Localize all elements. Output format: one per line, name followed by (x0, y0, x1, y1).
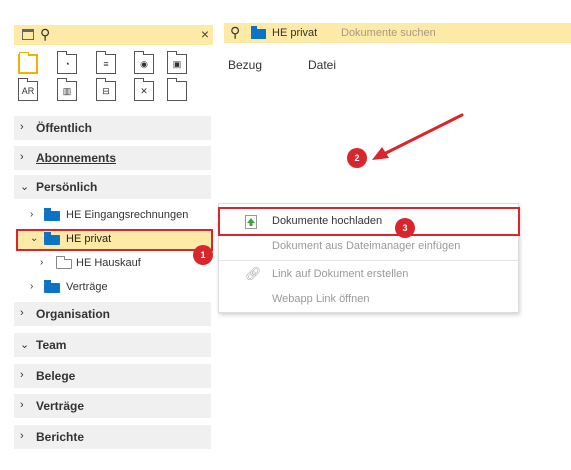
menu-item-dokument-aus-dateimanager[interactable]: Dokument aus Dateimanager einfügen (219, 236, 518, 258)
section-label: Persönlich (36, 180, 98, 194)
column-header-bezug[interactable]: Bezug (228, 58, 262, 72)
section-persoenlich[interactable]: ⌄ Persönlich (14, 175, 211, 199)
menu-item-label: Dokument aus Dateimanager einfügen (272, 240, 461, 252)
section-label: Öffentlich (36, 121, 92, 135)
chevron-down-icon[interactable]: ⌄ (30, 233, 38, 244)
empty-folder-icon (56, 256, 72, 269)
menu-item-label: Webapp Link öffnen (272, 293, 370, 305)
folder-icon (44, 280, 60, 293)
section-label: Belege (36, 369, 76, 383)
tree-item-he-eingangsrechnungen[interactable]: › HE Eingangsrechnungen (24, 206, 214, 226)
chevron-right-icon[interactable]: › (30, 281, 33, 292)
tree-item-label: HE Eingangsrechnungen (66, 209, 189, 221)
tile-folder-icon[interactable] (18, 52, 38, 74)
section-berichte[interactable]: › Berichte (14, 425, 211, 449)
tree-item-label: Verträge (66, 281, 108, 293)
section-label: Team (36, 338, 67, 352)
menu-separator (219, 260, 518, 261)
tile-percent-icon[interactable]: ✕ (134, 78, 154, 101)
chevron-right-icon: › (20, 307, 24, 319)
section-belege[interactable]: › Belege (14, 364, 211, 388)
tree-item-vertraege[interactable]: › Verträge (24, 278, 212, 298)
menu-item-highlight (218, 207, 520, 236)
folder-icon (44, 208, 60, 221)
document-search-bar[interactable]: ⚲ HE privat Dokumente suchen (224, 23, 571, 43)
close-icon[interactable]: × (201, 26, 209, 42)
tile-contacts-icon[interactable]: AR (18, 78, 38, 101)
folder-icon[interactable] (22, 29, 34, 40)
tile-rss-icon[interactable]: ≡ (96, 51, 116, 74)
section-label: Organisation (36, 307, 111, 321)
folder-icon (251, 26, 266, 39)
tree-item-he-privat[interactable]: ⌄ HE privat (24, 230, 212, 250)
section-vertraege[interactable]: › Verträge (14, 394, 211, 418)
chevron-right-icon[interactable]: › (40, 257, 43, 268)
chevron-right-icon: › (20, 430, 24, 442)
section-abonnements[interactable]: › Abonnements (14, 146, 211, 170)
chevron-right-icon: › (20, 151, 24, 163)
tile-clock-icon[interactable]: ◔ (57, 51, 77, 74)
annotation-badge-3: 3 (395, 218, 415, 238)
left-search-bar[interactable]: ⚲ × (14, 25, 213, 45)
section-label: Verträge (36, 399, 85, 413)
chevron-down-icon: ⌄ (20, 339, 30, 351)
section-organisation[interactable]: › Organisation (14, 302, 211, 326)
section-label: Berichte (36, 430, 85, 444)
tile-empty-folder-icon[interactable] (167, 78, 187, 101)
tile-document-icon[interactable]: ▥ (57, 78, 77, 101)
menu-item-label: Link auf Dokument erstellen (272, 268, 409, 280)
link-icon: 🔗︎ (245, 266, 262, 281)
chevron-right-icon: › (20, 399, 24, 411)
section-oeffentlich[interactable]: › Öffentlich (14, 116, 211, 140)
search-context-label: HE privat (272, 27, 318, 39)
search-input[interactable]: Dokumente suchen (341, 27, 436, 39)
tile-org-icon[interactable]: ⊟ (96, 78, 116, 101)
section-team[interactable]: ⌄ Team (14, 333, 211, 357)
chevron-right-icon: › (20, 121, 24, 133)
chevron-right-icon[interactable]: › (30, 209, 33, 220)
folder-icon (44, 232, 60, 245)
section-label: Abonnements (36, 151, 117, 165)
menu-item-webapp-link[interactable]: Webapp Link öffnen (219, 289, 518, 311)
tree-item-label: HE privat (66, 233, 112, 245)
tree-item-he-hauskauf[interactable]: › HE Hauskauf (40, 254, 210, 274)
chevron-right-icon: › (20, 369, 24, 381)
tile-image-icon[interactable]: ▣ (167, 51, 187, 74)
chevron-down-icon: ⌄ (20, 181, 30, 193)
search-icon: ⚲ (40, 26, 51, 42)
annotation-badge-2: 2 (347, 148, 367, 168)
menu-item-link-erstellen[interactable]: 🔗︎ Link auf Dokument erstellen (219, 264, 518, 286)
search-icon: ⚲ (230, 24, 241, 40)
column-header-datei[interactable]: Datei (308, 58, 336, 72)
tile-eye-icon[interactable]: ◉ (134, 51, 154, 74)
tree-item-label: HE Hauskauf (76, 257, 141, 269)
